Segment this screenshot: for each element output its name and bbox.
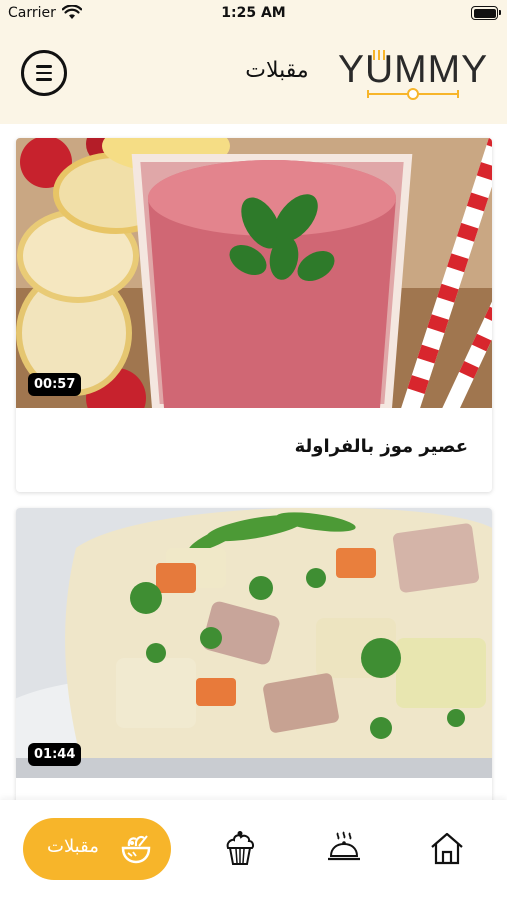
nav-item-appetizers[interactable]: مقبلات [23, 818, 171, 880]
recipe-card[interactable]: 00:57 عصير موز بالفراولة [16, 138, 492, 492]
recipe-card[interactable]: 01:44 [16, 508, 492, 808]
yummy-logo[interactable]: YUMMY [338, 42, 490, 102]
app-header: مقبلات YUMMY [0, 28, 507, 124]
page-title: مقبلات [245, 58, 309, 83]
recipe-video-thumbnail[interactable]: 00:57 [16, 138, 492, 408]
battery-icon [471, 6, 501, 20]
hamburger-menu-icon[interactable] [21, 50, 67, 96]
recipe-video-thumbnail[interactable]: 01:44 [16, 508, 492, 778]
svg-text:YUMMY: YUMMY [338, 48, 488, 91]
cupcake-icon[interactable] [224, 830, 256, 870]
covered-dish-icon[interactable] [326, 830, 362, 870]
bottom-navigation: مقبلات [0, 800, 507, 900]
video-duration-badge: 00:57 [28, 373, 82, 396]
home-icon[interactable] [429, 830, 465, 870]
video-duration-badge: 01:44 [28, 743, 82, 766]
status-bar: Carrier 1:25 AM [0, 0, 507, 28]
nav-item-label: مقبلات [47, 836, 99, 857]
salad-bowl-icon [119, 832, 153, 870]
clock: 1:25 AM [221, 5, 286, 21]
recipe-title: عصير موز بالفراولة [294, 436, 468, 457]
